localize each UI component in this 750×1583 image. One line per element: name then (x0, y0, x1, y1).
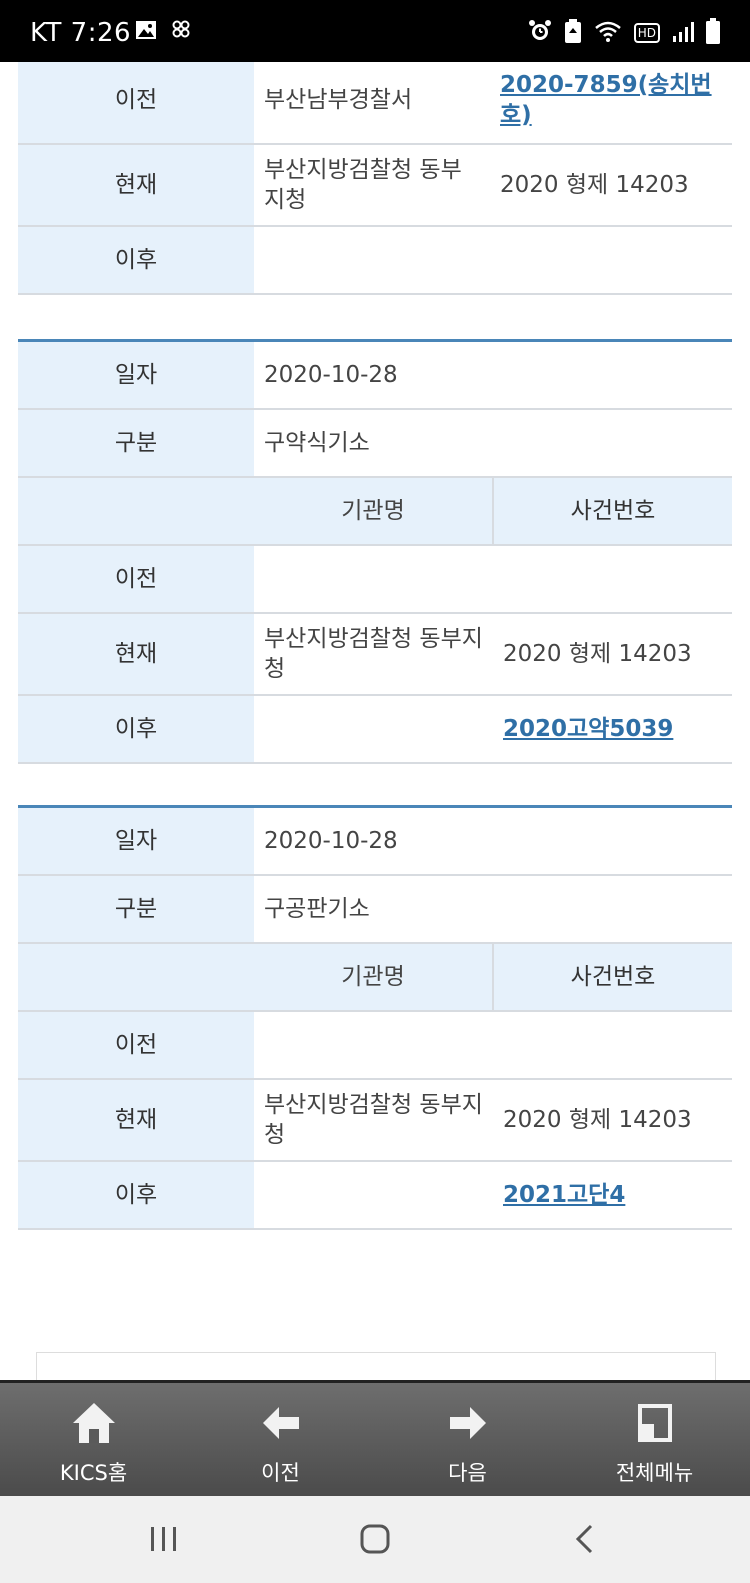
menu-square-icon (561, 1397, 748, 1449)
org-cell (254, 1010, 493, 1080)
type-row: 구분 구약식기소 (18, 408, 732, 478)
table-row: 이전 (18, 1010, 732, 1080)
row-label: 이후 (18, 694, 254, 764)
table-row: 현재 부산지방검찰청 동부지청 2020 형제 14203 (18, 144, 732, 227)
row-label: 이후 (18, 226, 254, 295)
date-row: 일자 2020-10-28 (18, 340, 732, 410)
case-number-cell: 2020 형제 14203 (493, 1078, 732, 1162)
type-label: 구분 (18, 408, 254, 478)
row-label: 이전 (18, 544, 254, 614)
column-header-row: 기관명 사건번호 (18, 942, 732, 1012)
case-number-cell: 2020 형제 14203 (493, 612, 732, 696)
row-label: 현재 (18, 1078, 254, 1162)
date-label: 일자 (18, 340, 254, 410)
org-cell (254, 226, 490, 295)
arrow-left-icon (187, 1397, 374, 1449)
next-content-box (36, 1352, 716, 1380)
battery-saver-icon (564, 19, 582, 47)
home-nav-button[interactable] (345, 1516, 405, 1562)
column-header-org: 기관명 (254, 942, 494, 1012)
type-value: 구공판기소 (254, 874, 732, 944)
case-history-table: 일자 2020-10-28 구분 구약식기소 기관명 사건번호 이전 현재 부산… (18, 339, 732, 764)
table-row: 이전 부산남부경찰서 2020-7859(송치번호) (18, 62, 732, 145)
case-history-content[interactable]: 이전 부산남부경찰서 2020-7859(송치번호) 현재 부산지방검찰청 동부… (0, 62, 750, 1380)
next-label: 다음 (448, 1461, 487, 1485)
org-cell: 부산남부경찰서 (254, 62, 490, 145)
app-icon (172, 20, 190, 42)
prev-label: 이전 (261, 1461, 300, 1485)
case-history-table: 일자 2020-10-28 구분 구공판기소 기관명 사건번호 이전 현재 부산… (18, 805, 732, 1230)
kics-home-button[interactable]: KICS홈 (0, 1383, 187, 1499)
column-header-org: 기관명 (254, 476, 494, 546)
recent-apps-icon (151, 1527, 176, 1551)
column-header-case: 사건번호 (493, 476, 732, 546)
table-row: 이후 2020고약5039 (18, 694, 732, 764)
case-history-table: 이전 부산남부경찰서 2020-7859(송치번호) 현재 부산지방검찰청 동부… (18, 62, 732, 295)
case-number-cell (493, 544, 732, 614)
org-cell: 부산지방검찰청 동부지청 (254, 1078, 493, 1162)
hd-icon: HD (633, 23, 660, 43)
type-value: 구약식기소 (254, 408, 732, 478)
kics-home-label: KICS홈 (59, 1461, 128, 1485)
header-blank (18, 476, 254, 546)
next-button[interactable]: 다음 (374, 1383, 561, 1499)
case-number-cell: 2020-7859(송치번호) (490, 62, 732, 145)
org-cell: 부산지방검찰청 동부지청 (254, 144, 490, 227)
row-label: 이전 (18, 62, 254, 145)
table-row: 현재 부산지방검찰청 동부지청 2020 형제 14203 (18, 612, 732, 696)
date-value: 2020-10-28 (254, 806, 732, 876)
date-row: 일자 2020-10-28 (18, 806, 732, 876)
header-blank (18, 942, 254, 1012)
recent-apps-button[interactable] (134, 1516, 194, 1562)
org-cell (254, 694, 493, 764)
row-label: 현재 (18, 612, 254, 696)
case-number-cell (490, 226, 732, 295)
case-number-cell: 2020고약5039 (493, 694, 732, 764)
column-header-row: 기관명 사건번호 (18, 476, 732, 546)
home-icon (0, 1397, 187, 1449)
case-number-cell: 2021고단4 (493, 1160, 732, 1230)
home-nav-icon (360, 1524, 390, 1554)
status-bar: KT 7:26 HD (0, 0, 750, 62)
org-cell (254, 1160, 493, 1230)
arrow-right-icon (374, 1397, 561, 1449)
back-icon (575, 1524, 593, 1554)
system-nav-bar (0, 1496, 750, 1583)
wifi-icon (594, 19, 622, 47)
case-number-link[interactable]: 2020고약5039 (503, 716, 673, 742)
date-label: 일자 (18, 806, 254, 876)
case-number-link[interactable]: 2020-7859(송치번호) (500, 72, 712, 128)
org-cell: 부산지방검찰청 동부지청 (254, 612, 493, 696)
row-label: 현재 (18, 144, 254, 227)
table-row: 이후 2021고단4 (18, 1160, 732, 1230)
date-value: 2020-10-28 (254, 340, 732, 410)
all-menu-label: 전체메뉴 (615, 1461, 694, 1485)
all-menu-button[interactable]: 전체메뉴 (561, 1383, 748, 1499)
case-number-link[interactable]: 2021고단4 (503, 1182, 625, 1208)
column-header-case: 사건번호 (493, 942, 732, 1012)
row-label: 이전 (18, 1010, 254, 1080)
status-time: KT 7:26 (30, 18, 132, 48)
case-number-cell (493, 1010, 732, 1080)
type-label: 구분 (18, 874, 254, 944)
table-row: 현재 부산지방검찰청 동부지청 2020 형제 14203 (18, 1078, 732, 1162)
back-nav-button[interactable] (554, 1516, 614, 1562)
table-row: 이전 (18, 544, 732, 614)
row-label: 이후 (18, 1160, 254, 1230)
image-icon (135, 20, 157, 44)
prev-button[interactable]: 이전 (187, 1383, 374, 1499)
alarm-icon (528, 19, 552, 47)
battery-icon (706, 18, 720, 48)
bottom-toolbar: KICS홈 이전 다음 전체메뉴 (0, 1380, 750, 1499)
type-row: 구분 구공판기소 (18, 874, 732, 944)
table-row: 이후 (18, 226, 732, 295)
org-cell (254, 544, 493, 614)
signal-icon (672, 20, 694, 46)
case-number-cell: 2020 형제 14203 (490, 144, 732, 227)
